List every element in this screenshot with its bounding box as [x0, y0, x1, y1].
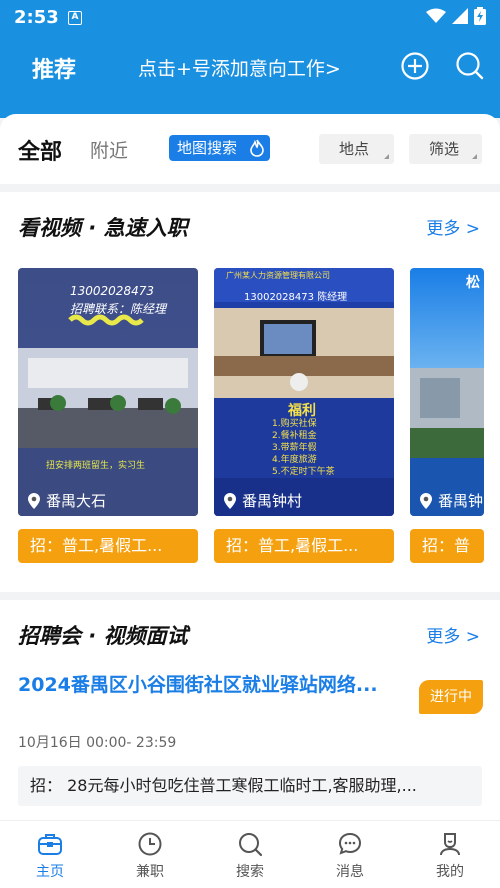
thumb-phone-text: 13002028473 — [70, 284, 154, 298]
job-fair-recruit-info[interactable]: 招： 28元每小时包吃住普工寒假工临时工,客服助理,... — [18, 766, 482, 806]
thumb-phone-number: 13002028473 — [244, 292, 314, 303]
thumb-welfare-title: 福利 — [288, 403, 316, 419]
app-header: 2:53 A 推荐 点击+号添加意向工作> — [0, 0, 500, 118]
job-fair-section-title: 招聘会 · 视频面试 — [18, 624, 188, 648]
map-search-label: 地图搜索 — [177, 139, 238, 157]
status-icons — [426, 7, 486, 25]
fire-icon — [250, 139, 264, 157]
thumb-welfare-list: 1.购买社保 2.餐补租金 3.带薪年假 4.年度旅游 5.不定时下午茶 — [272, 418, 335, 478]
video-section: 看视频 · 急速入职 更多 > 13002028473 招聘联系：陈经理 扭安排… — [0, 192, 500, 592]
thumb-contact-text: 招聘联系：陈经理 — [70, 302, 167, 316]
briefcase-icon — [38, 834, 62, 855]
battery-icon — [474, 7, 486, 25]
location-pin-icon — [224, 492, 236, 509]
thumb-contact-name: 陈经理 — [317, 292, 348, 303]
filter-dropdown-label: 筛选 — [429, 140, 460, 158]
video-section-title: 看视频 · 急速入职 — [18, 216, 188, 240]
nav-part-time-label: 兼职 — [136, 864, 164, 880]
factory-image — [410, 368, 484, 516]
clock-icon — [138, 832, 162, 856]
video-location-label: 番禺钟 — [438, 492, 484, 510]
nav-messages[interactable]: 消息 — [310, 831, 390, 881]
nav-profile[interactable]: 我的 — [410, 831, 490, 881]
status-time: 2:53 — [14, 7, 59, 28]
thumb-title-text: 松 — [466, 275, 480, 291]
office-desk-image — [214, 268, 394, 516]
thumb-phone-text: 13002028473 陈经理 — [244, 288, 347, 303]
top-bar: 推荐 点击+号添加意向工作> — [0, 44, 500, 90]
video-thumbnail[interactable]: 广州某人力资源管理有限公司 13002028473 陈经理 福利 1.购买社保 … — [214, 268, 394, 516]
nav-home-label: 主页 — [36, 864, 64, 880]
video-location-label: 番禺钟村 — [242, 492, 303, 510]
nav-messages-label: 消息 — [336, 864, 364, 880]
status-bar: 2:53 A — [0, 0, 500, 34]
wifi-icon — [426, 8, 446, 23]
tab-recommend[interactable]: 推荐 — [32, 52, 76, 84]
map-search-button[interactable]: 地图搜索 — [169, 135, 270, 161]
video-thumbnail[interactable]: 13002028473 招聘联系：陈经理 扭安排两班留生，实习生 番禺大石 — [18, 268, 198, 516]
job-fair-section: 招聘会 · 视频面试 更多 > 2024番禺区小谷围街社区就业驿站网络... 进… — [0, 600, 500, 820]
signal-icon — [452, 8, 468, 24]
video-location: 番禺钟村 — [224, 490, 302, 511]
message-icon — [338, 832, 362, 855]
video-location-label: 番禺大石 — [46, 492, 107, 510]
tab-all[interactable]: 全部 — [18, 134, 62, 166]
status-badge: 进行中 — [419, 680, 483, 714]
job-fair-time: 10月16日 00:00- 23:59 — [18, 735, 177, 751]
tab-nearby[interactable]: 附近 — [90, 136, 128, 163]
video-job-tag[interactable]: 招：普工,暑假工... — [214, 529, 394, 563]
thumb-welfare-item: 2.餐补租金 — [272, 431, 317, 441]
nav-home[interactable]: 主页 — [10, 831, 90, 881]
thumb-welfare-item: 3.带薪年假 — [272, 443, 317, 453]
user-icon — [440, 833, 460, 856]
filter-bar: 全部 附近 地图搜索 地点 筛选 — [0, 114, 500, 184]
video-job-tag[interactable]: 招：普工,暑假工... — [18, 529, 198, 563]
thumb-welfare-item: 1.购买社保 — [272, 419, 317, 429]
video-location: 番禺钟 — [420, 490, 483, 511]
location-pin-icon — [28, 492, 40, 509]
nav-search[interactable]: 搜索 — [210, 831, 290, 881]
job-fair-event-title[interactable]: 2024番禺区小谷围街社区就业驿站网络... — [18, 670, 406, 697]
location-pin-icon — [420, 492, 432, 509]
bottom-nav: 主页 兼职 搜索 消息 我的 — [0, 820, 500, 888]
thumb-slogan-text: 扭安排两班留生，实习生 — [46, 461, 146, 471]
thumb-welfare-item: 4.年度旅游 — [272, 455, 317, 465]
dropdown-triangle-icon — [384, 154, 389, 159]
video-thumbnail[interactable]: 松 番禺钟 — [410, 268, 484, 516]
location-dropdown[interactable]: 地点 — [319, 134, 394, 164]
nav-part-time[interactable]: 兼职 — [110, 831, 190, 881]
filter-dropdown[interactable]: 筛选 — [409, 134, 482, 164]
video-card[interactable]: 松 番禺钟 招：普 — [410, 268, 500, 568]
job-fair-more-link[interactable]: 更多 > — [426, 622, 480, 647]
video-job-tag[interactable]: 招：普 — [410, 529, 484, 563]
dropdown-triangle-icon — [472, 154, 477, 159]
nav-profile-label: 我的 — [436, 864, 464, 880]
add-job-hint-link[interactable]: 点击+号添加意向工作> — [138, 54, 341, 81]
plus-circle-icon[interactable] — [399, 50, 431, 82]
search-icon[interactable] — [454, 50, 486, 82]
nav-search-label: 搜索 — [236, 864, 264, 880]
thumb-welfare-item: 5.不定时下午茶 — [272, 467, 335, 477]
thumb-company-text: 广州某人力资源管理有限公司 — [226, 271, 330, 280]
video-location: 番禺大石 — [28, 490, 106, 511]
location-dropdown-label: 地点 — [339, 140, 370, 158]
video-more-link[interactable]: 更多 > — [426, 214, 480, 239]
search-icon — [239, 833, 263, 857]
notification-a-icon: A — [68, 11, 82, 25]
